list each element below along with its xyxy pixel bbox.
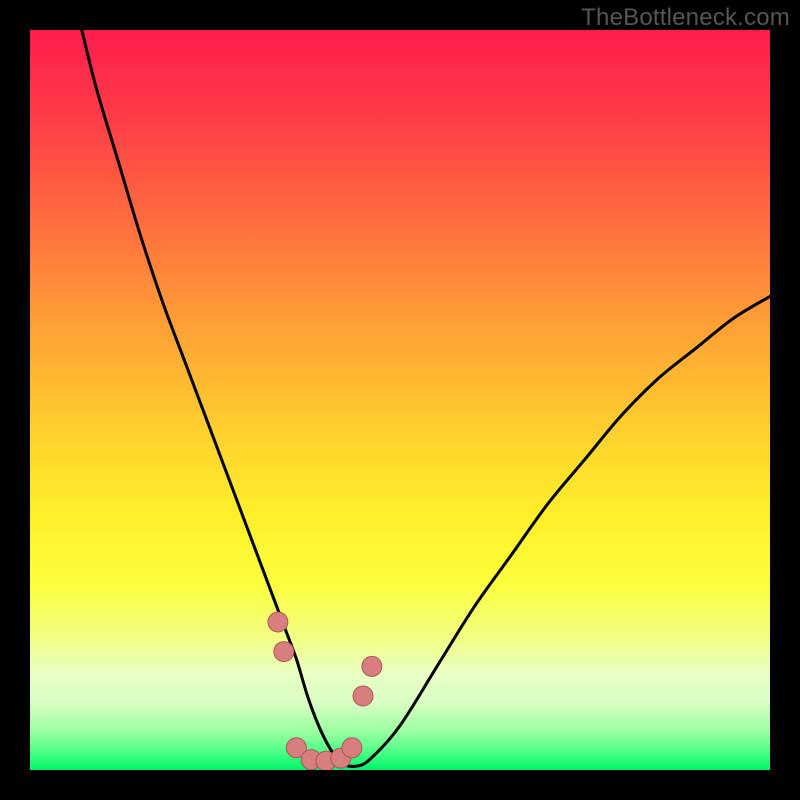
bottleneck-chart-svg xyxy=(30,30,770,770)
data-marker xyxy=(342,738,362,758)
plot-area xyxy=(30,30,770,770)
watermark-text: TheBottleneck.com xyxy=(581,4,790,32)
data-marker xyxy=(268,612,288,632)
data-marker xyxy=(362,656,382,676)
data-marker xyxy=(274,642,294,662)
gradient-background xyxy=(30,30,770,770)
chart-frame: TheBottleneck.com xyxy=(0,0,800,800)
data-marker xyxy=(353,686,373,706)
